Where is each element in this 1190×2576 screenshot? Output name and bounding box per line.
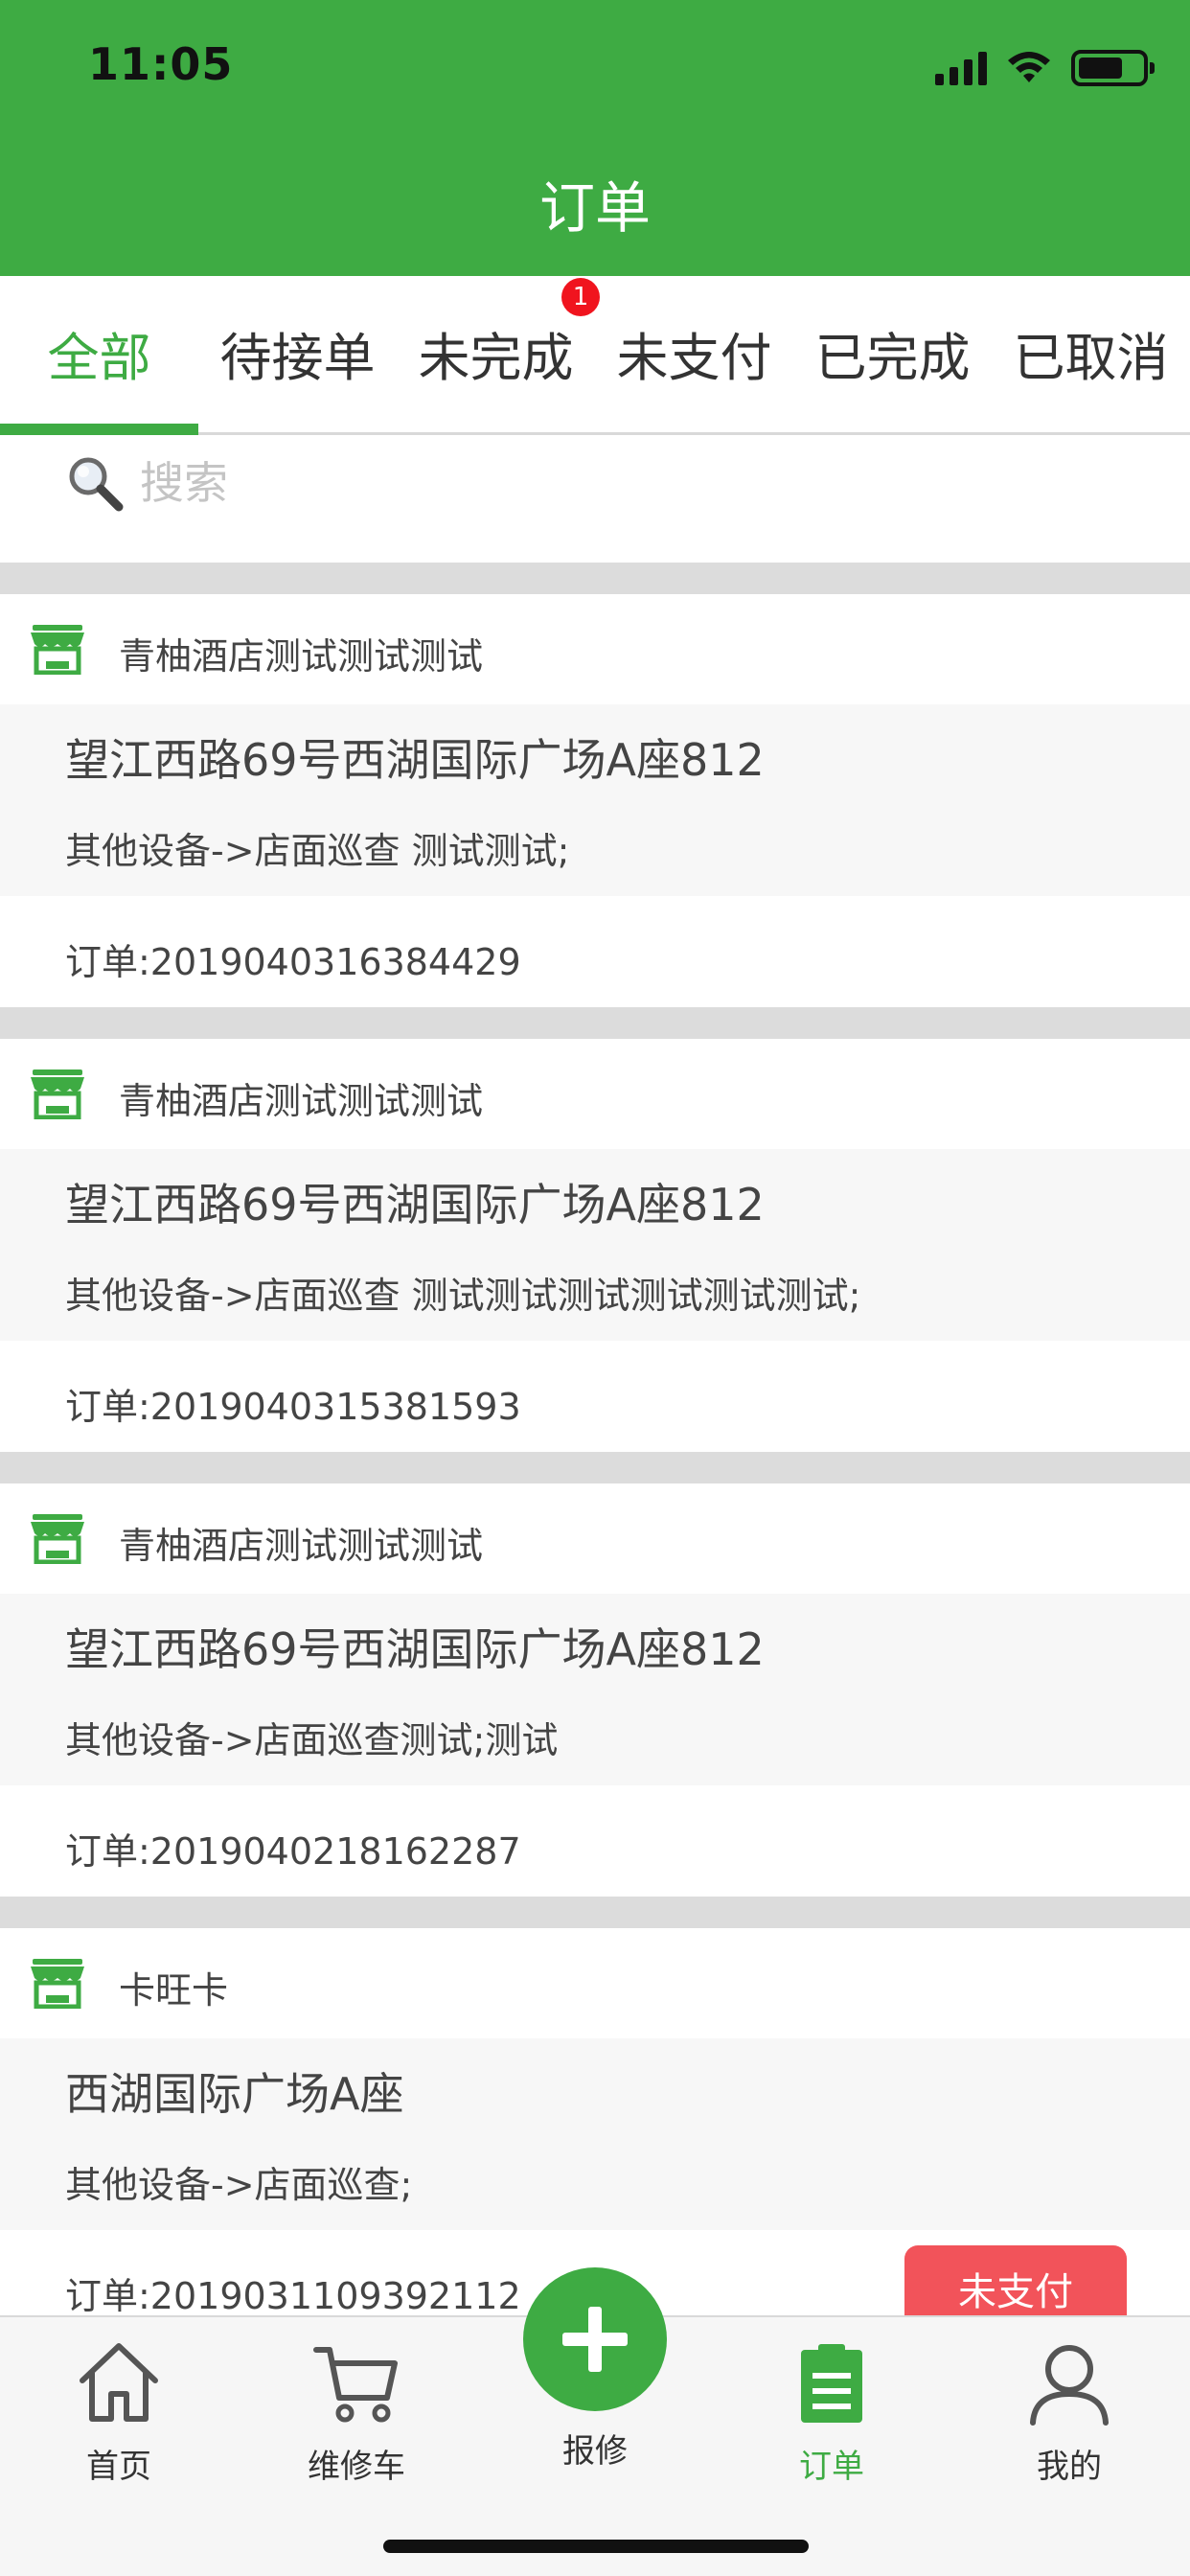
nav-home[interactable]: 首页 [23,2336,215,2490]
store-icon [31,625,84,675]
plus-icon [562,2307,628,2372]
order-number: 订单:2019040315381593 [65,1386,521,1428]
home-indicator[interactable] [383,2540,809,2553]
shop-name: 卡旺卡 [119,1969,229,2012]
shop-name: 青柚酒店测试测试测试 [119,635,484,678]
order-description: 其他设备->店面巡查测试;测试 [65,1719,559,1761]
nav-mine[interactable]: 我的 [973,2336,1165,2490]
tab-cancelled[interactable]: 已取消 [992,276,1190,429]
nav-orders[interactable]: 订单 [736,2336,927,2490]
battery-icon [1071,50,1155,86]
home-icon [80,2343,158,2422]
nav-report-repair-label: 报修 [562,2432,628,2471]
order-number-row: 订单:2019040315381593 [0,1341,1190,1452]
nav-home-label: 首页 [86,2448,151,2486]
order-info: 西湖国际广场A座 其他设备->店面巡查; [0,2038,1190,2230]
order-address: 望江西路69号西湖国际广场A座812 [65,1179,765,1230]
tab-completed[interactable]: 已完成 [793,276,992,429]
order-address: 西湖国际广场A座 [65,2068,404,2120]
shop-name: 青柚酒店测试测试测试 [119,1080,484,1122]
page-title: 订单 [538,175,651,241]
nav-mine-label: 我的 [1037,2448,1102,2486]
order-description: 其他设备->店面巡查; [65,2164,413,2206]
order-list: 青柚酒店测试测试测试 望江西路69号西湖国际广场A座812 其他设备->店面巡查… [0,563,1190,2341]
user-icon [1030,2345,1109,2426]
order-card[interactable]: 青柚酒店测试测试测试 望江西路69号西湖国际广场A座812 其他设备->店面巡查… [0,1039,1190,1452]
order-list-icon [801,2344,862,2423]
tab-all[interactable]: 全部 [0,276,198,429]
order-card[interactable]: 青柚酒店测试测试测试 望江西路69号西湖国际广场A座812 其他设备->店面巡查… [0,1484,1190,1897]
app-header: 11:05 订单 [0,0,1190,276]
order-description: 其他设备->店面巡查 测试测试; [65,830,570,872]
section-divider [0,1007,1190,1039]
order-number: 订单:2019031109392112 [65,2275,521,2317]
order-description: 其他设备->店面巡查 测试测试测试测试测试测试; [65,1275,861,1317]
order-number: 订单:2019040316384429 [65,941,521,983]
order-info: 望江西路69号西湖国际广场A座812 其他设备->店面巡查 测试测试; [0,704,1190,896]
store-icon [31,1514,84,1564]
tab-unpaid[interactable]: 未支付 [595,276,793,429]
search-bar [0,438,1190,563]
shop-row: 卡旺卡 [0,1928,1190,2038]
shop-name: 青柚酒店测试测试测试 [119,1525,484,1567]
cart-icon [313,2347,398,2423]
order-address: 望江西路69号西湖国际广场A座812 [65,1623,765,1675]
shop-row: 青柚酒店测试测试测试 [0,1484,1190,1594]
nav-repair-cart-label: 维修车 [308,2448,405,2486]
order-card[interactable]: 青柚酒店测试测试测试 望江西路69号西湖国际广场A座812 其他设备->店面巡查… [0,594,1190,1007]
nav-repair-cart[interactable]: 维修车 [261,2336,452,2490]
cellular-signal-icon [935,51,987,85]
search-icon [69,457,124,512]
order-number-row: 订单:2019040218162287 [0,1785,1190,1897]
incomplete-count-badge: 1 [561,278,600,316]
status-time: 11:05 [88,38,234,90]
shop-row: 青柚酒店测试测试测试 [0,1039,1190,1149]
report-repair-button[interactable] [523,2267,667,2411]
status-icons [935,44,1155,92]
nav-orders-label: 订单 [799,2448,864,2486]
order-address: 望江西路69号西湖国际广场A座812 [65,734,765,786]
section-divider [0,563,1190,594]
section-divider [0,1452,1190,1484]
search-input[interactable] [140,451,1002,515]
store-icon [31,1070,84,1119]
tab-pending-accept[interactable]: 待接单 [198,276,397,429]
order-info: 望江西路69号西湖国际广场A座812 其他设备->店面巡查测试;测试 [0,1594,1190,1785]
shop-row: 青柚酒店测试测试测试 [0,594,1190,704]
order-number-row: 订单:2019040316384429 [0,896,1190,1007]
order-info: 望江西路69号西湖国际广场A座812 其他设备->店面巡查 测试测试测试测试测试… [0,1149,1190,1341]
order-number: 订单:2019040218162287 [65,1830,521,1873]
active-tab-indicator [0,424,198,435]
store-icon [31,1959,84,2009]
section-divider [0,1897,1190,1928]
wifi-icon [1008,52,1050,82]
